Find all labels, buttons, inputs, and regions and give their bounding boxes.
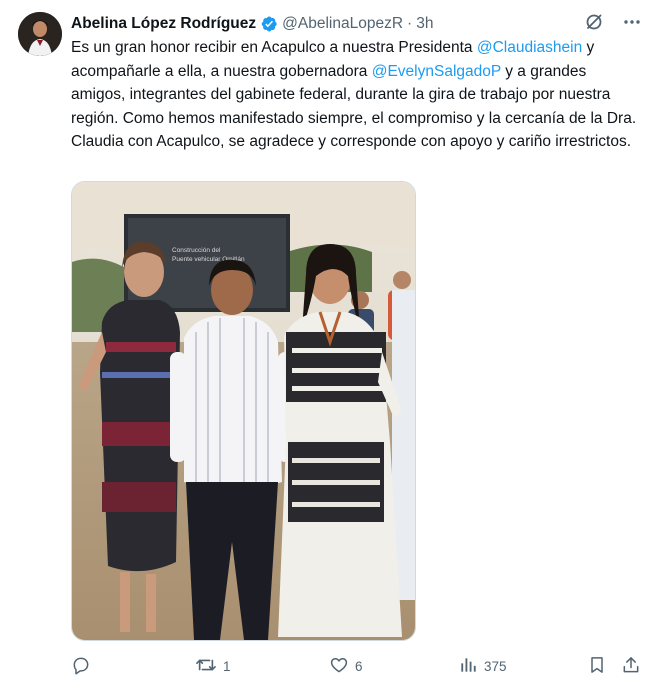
retweet-icon [195,655,217,678]
mention-claudiashein[interactable]: @Claudiashein [477,39,582,56]
tweet-photo[interactable]: Construcción del Puente vehicular Omitlá… [71,181,416,641]
banner-line-1: Construcción del [172,247,221,254]
tweet-card[interactable]: Abelina López Rodríguez @AbelinaLopezR ·… [0,0,658,691]
author-handle[interactable]: @AbelinaLopezR [282,15,403,33]
more-icon[interactable] [622,12,642,32]
bookmark-button[interactable] [587,653,607,679]
like-icon [329,655,349,678]
tweet-header: Abelina López Rodríguez @AbelinaLopezR ·… [71,13,638,35]
views-count: 375 [484,658,507,674]
author-name[interactable]: Abelina López Rodríguez [71,15,256,33]
retweet-count: 1 [223,658,231,674]
text-segment: Es un gran honor recibir en Acapulco a n… [71,39,477,56]
verified-badge-icon [260,15,278,33]
avatar-image [18,12,62,56]
photo-image: Construcción del Puente vehicular Omitlá… [72,182,415,640]
tweet-timestamp[interactable]: 3h [416,15,433,33]
retweet-button[interactable]: 1 [195,653,231,679]
views-button[interactable]: 375 [458,653,507,679]
top-actions [584,12,642,32]
mention-evelynsalgadop[interactable]: @EvelynSalgadoP [372,63,501,80]
share-icon [621,655,641,678]
reply-button[interactable] [71,653,97,679]
header-separator: · [407,15,413,32]
like-count: 6 [355,658,363,674]
bookmark-icon [587,655,607,678]
reply-icon [71,655,91,678]
author-avatar[interactable] [18,12,62,56]
grok-icon[interactable] [584,12,604,32]
views-icon [458,655,478,678]
like-button[interactable]: 6 [329,653,363,679]
share-button[interactable] [621,653,641,679]
tweet-text: Es un gran honor recibir en Acapulco a n… [71,36,643,154]
tweet-actions: 1 6 375 [71,653,643,679]
